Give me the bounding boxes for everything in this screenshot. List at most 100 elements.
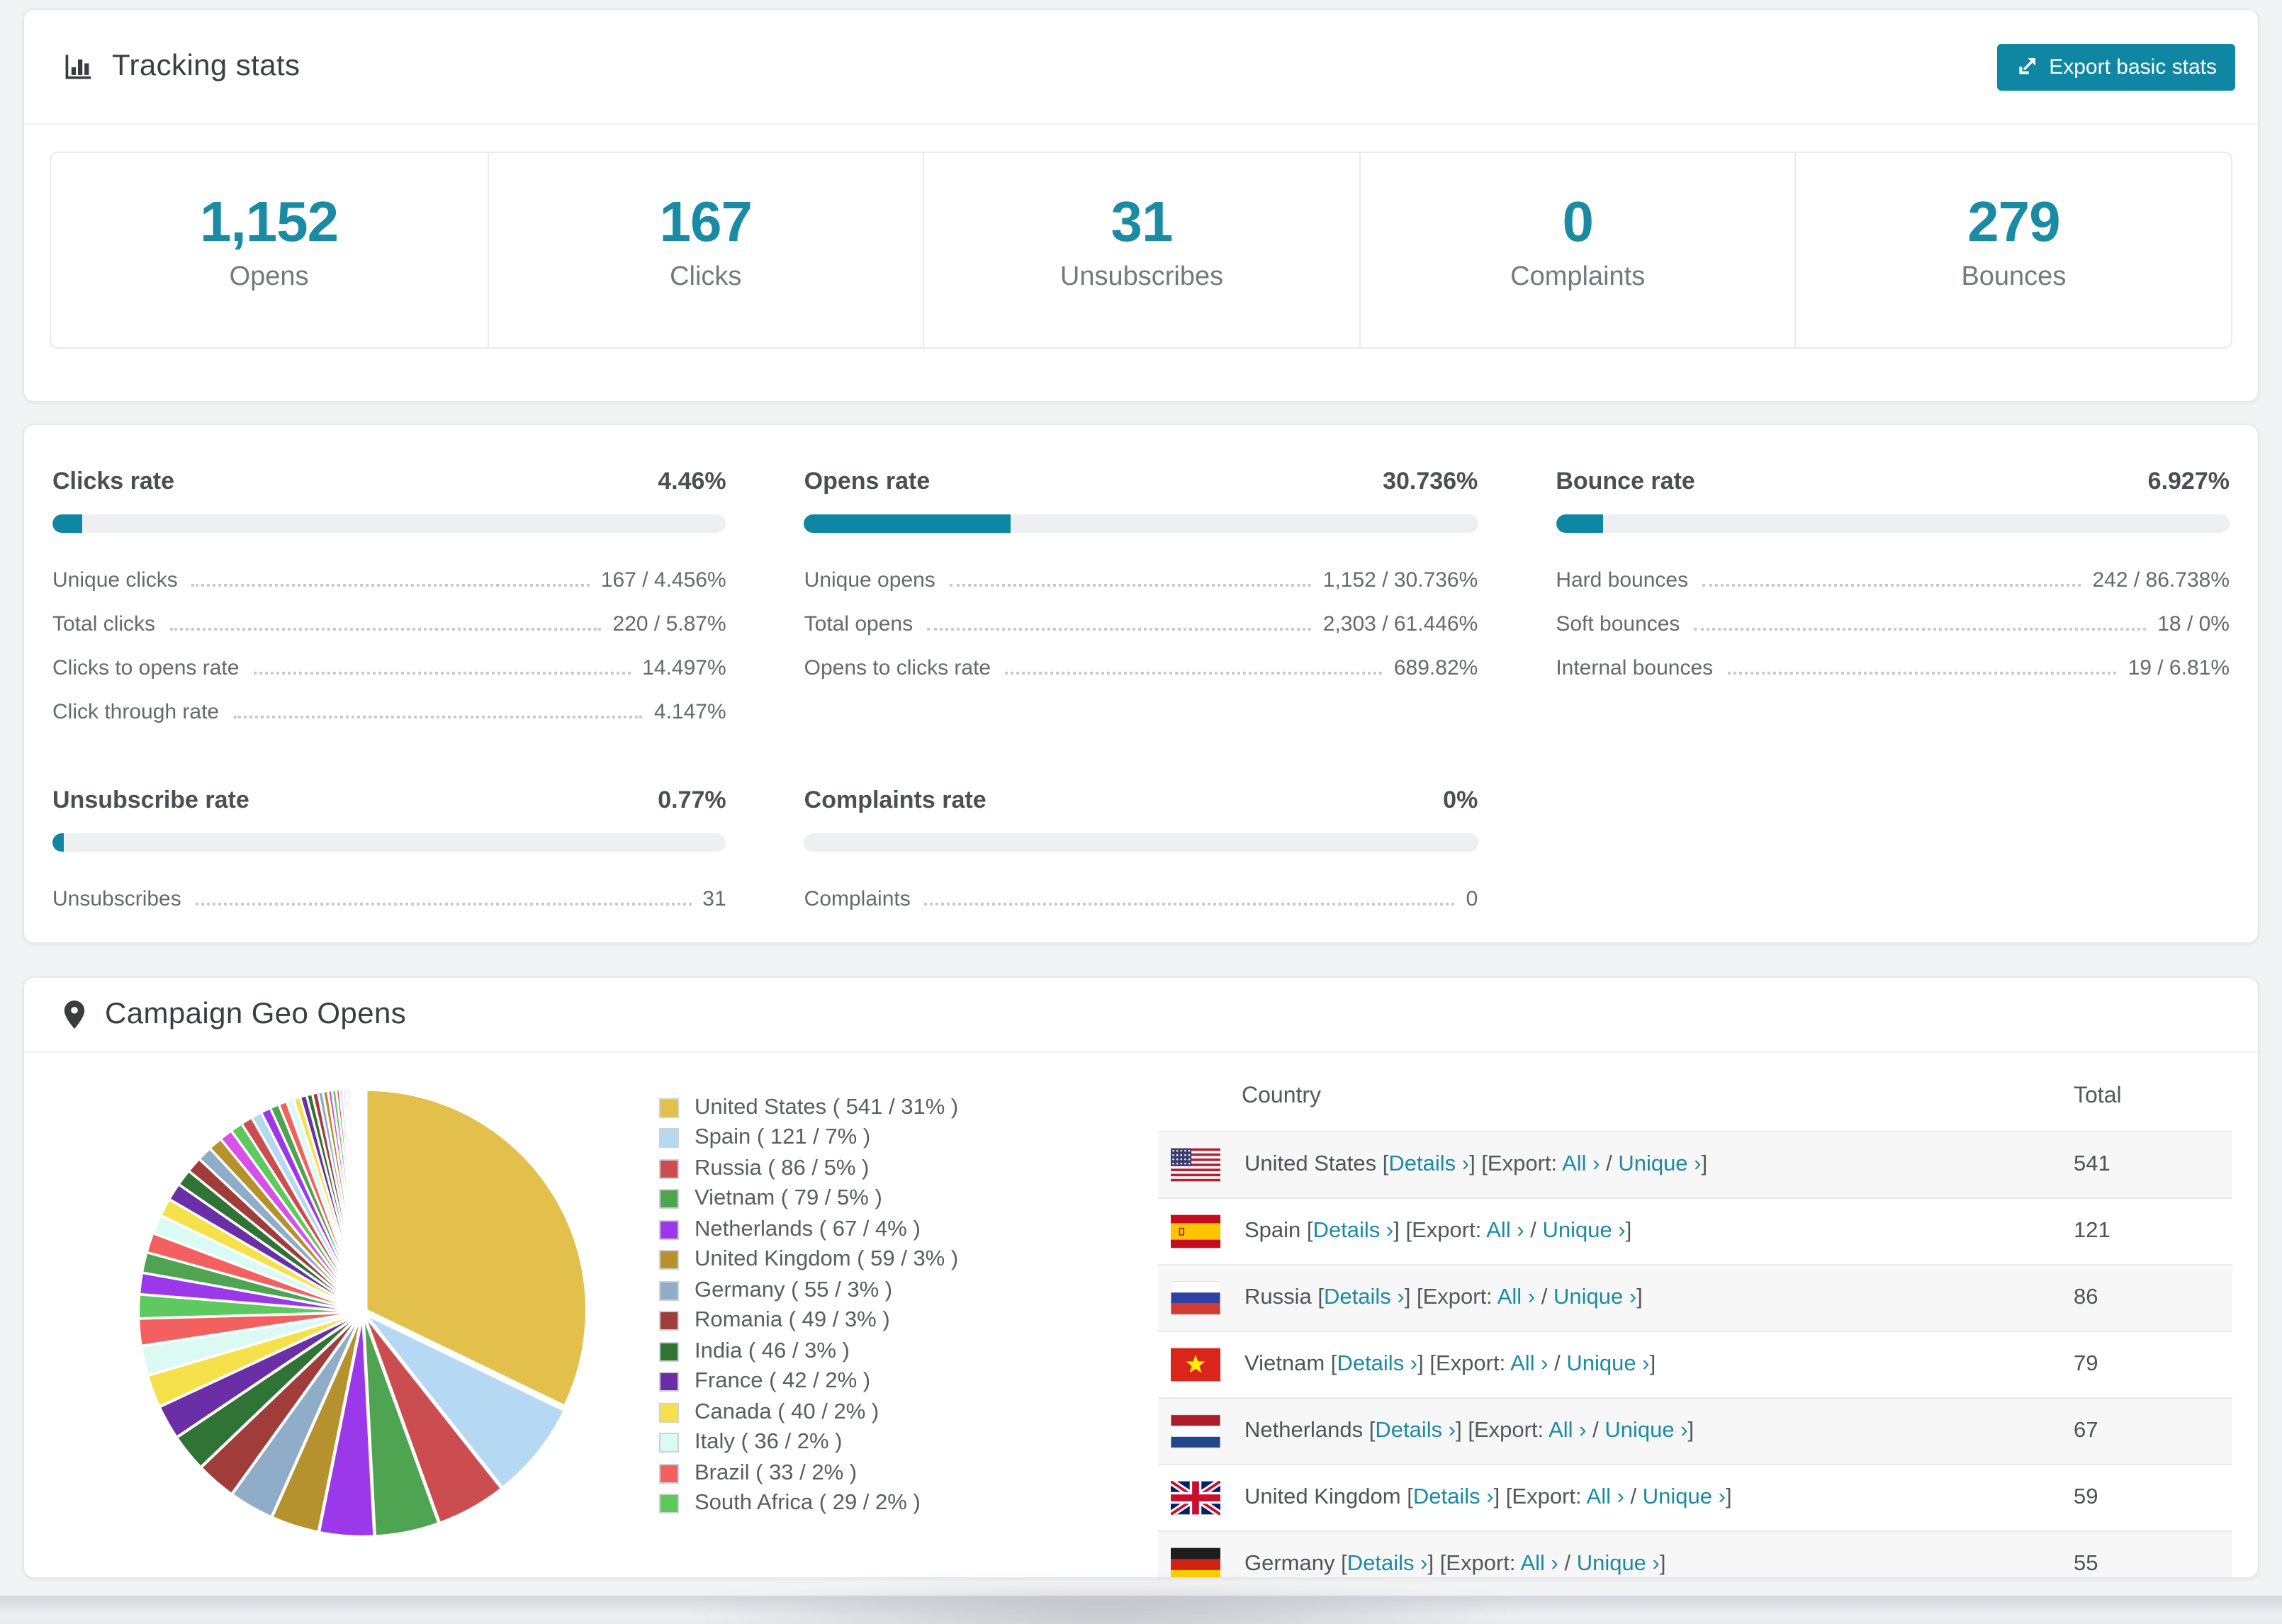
- legend-item: Romania ( 49 / 3% ): [659, 1306, 1158, 1336]
- legend-item: United Kingdom ( 59 / 3% ): [659, 1245, 1158, 1275]
- link-punctuation: /: [1558, 1552, 1577, 1577]
- summary-value: 0: [1562, 191, 1593, 254]
- detail-value: 31: [702, 887, 726, 911]
- dotted-leader: [924, 903, 1455, 906]
- rate-detail-row: Clicks to opens rate 14.497%: [52, 646, 726, 690]
- export-all-link[interactable]: All ›: [1562, 1152, 1600, 1176]
- summary-label: Opens: [229, 262, 309, 292]
- country-name: Vietnam: [1244, 1352, 1325, 1377]
- legend-swatch: [659, 1372, 679, 1392]
- link-punctuation: ] [Export:: [1393, 1219, 1487, 1244]
- link-punctuation: ] [Export:: [1456, 1419, 1549, 1443]
- export-unique-link[interactable]: Unique ›: [1618, 1152, 1701, 1176]
- rates-card: Clicks rate 4.46% Unique clicks 167 / 4.456…: [23, 424, 2259, 944]
- link-punctuation: ]: [1649, 1352, 1656, 1377]
- detail-label: Internal bounces: [1556, 656, 1714, 680]
- detail-value: 220 / 5.87%: [612, 612, 726, 636]
- summary-stat-bounces: 279 Bounces: [1794, 153, 2231, 347]
- country-total: 59: [2074, 1485, 2098, 1509]
- legend-item: Germany ( 55 / 3% ): [659, 1275, 1158, 1306]
- geo-table-row-gb: United Kingdom [Details ›] [Export: All …: [1158, 1465, 2232, 1531]
- us-flag-icon: [1171, 1148, 1220, 1182]
- legend-label: Vietnam ( 79 / 5% ): [695, 1186, 882, 1211]
- export-unique-link[interactable]: Unique ›: [1577, 1552, 1660, 1577]
- details-link[interactable]: Details ›: [1413, 1485, 1494, 1509]
- summary-stat-complaints: 0 Complaints: [1359, 153, 1795, 347]
- country-name: Russia: [1244, 1285, 1312, 1310]
- export-basic-stats-button[interactable]: Export basic stats: [1996, 43, 2235, 90]
- details-link[interactable]: Details ›: [1324, 1285, 1405, 1309]
- rate-title: Opens rate: [804, 468, 931, 495]
- export-all-link[interactable]: All ›: [1520, 1552, 1558, 1577]
- legend-label: South Africa ( 29 / 2% ): [695, 1491, 921, 1516]
- detail-value: 18 / 0%: [2157, 612, 2230, 636]
- legend-label: Russia ( 86 / 5% ): [695, 1156, 870, 1180]
- progress-bar-fill: [52, 833, 64, 852]
- country-name: Germany: [1244, 1552, 1335, 1577]
- legend-swatch: [659, 1433, 679, 1453]
- country-name: Netherlands: [1244, 1419, 1364, 1443]
- country-total: 121: [2074, 1219, 2110, 1243]
- rate-value: 0.77%: [658, 786, 726, 813]
- map-pin-icon: [62, 999, 86, 1030]
- link-punctuation: [: [1311, 1285, 1325, 1310]
- link-punctuation: [: [1334, 1552, 1347, 1577]
- export-unique-link[interactable]: Unique ›: [1566, 1352, 1649, 1376]
- dotted-leader: [1702, 584, 2081, 587]
- link-punctuation: ] [Export:: [1427, 1552, 1521, 1577]
- details-link[interactable]: Details ›: [1313, 1219, 1394, 1243]
- progress-bar: [1556, 514, 2230, 533]
- progress-bar: [52, 514, 726, 533]
- summary-value: 279: [1967, 191, 2060, 254]
- rate-section-opens-rate: Opens rate 30.736% Unique opens 1,152 / 30.…: [804, 468, 1478, 734]
- geo-body: United States ( 541 / 31% ) Spain ( 121 /…: [24, 1053, 2258, 1577]
- dotted-leader: [169, 628, 602, 631]
- legend-swatch: [659, 1158, 679, 1179]
- legend-swatch: [659, 1311, 679, 1331]
- dotted-leader: [927, 628, 1312, 631]
- details-link[interactable]: Details ›: [1347, 1552, 1428, 1577]
- details-link[interactable]: Details ›: [1388, 1152, 1469, 1176]
- summary-label: Complaints: [1510, 262, 1646, 292]
- geo-table-row-ru: Russia [Details ›] [Export: All › / Uniq…: [1158, 1265, 2232, 1331]
- tracking-stats-header: Tracking stats Export basic stats: [24, 10, 2258, 125]
- legend-swatch: [659, 1219, 679, 1240]
- detail-value: 4.147%: [653, 700, 726, 724]
- export-unique-link[interactable]: Unique ›: [1604, 1419, 1687, 1443]
- export-button-label: Export basic stats: [2049, 55, 2217, 79]
- export-unique-link[interactable]: Unique ›: [1643, 1485, 1726, 1509]
- export-all-link[interactable]: All ›: [1548, 1419, 1586, 1443]
- legend-label: Netherlands ( 67 / 4% ): [695, 1217, 921, 1241]
- detail-label: Soft bounces: [1556, 612, 1680, 636]
- rate-detail-row: Unique clicks 167 / 4.456%: [52, 558, 726, 602]
- detail-label: Hard bounces: [1556, 568, 1689, 592]
- summary-label: Unsubscribes: [1060, 262, 1224, 292]
- pie-legend: United States ( 541 / 31% ) Spain ( 121 /…: [659, 1064, 1158, 1577]
- country-name: Spain: [1244, 1219, 1301, 1244]
- legend-label: France ( 42 / 2% ): [695, 1369, 871, 1394]
- detail-label: Total opens: [804, 612, 914, 636]
- legend-swatch: [659, 1463, 679, 1484]
- legend-item: France ( 42 / 2% ): [659, 1367, 1158, 1397]
- link-punctuation: [: [1376, 1152, 1389, 1177]
- legend-item: Brazil ( 33 / 2% ): [659, 1458, 1158, 1489]
- legend-swatch: [659, 1494, 679, 1514]
- export-unique-link[interactable]: Unique ›: [1543, 1219, 1626, 1243]
- export-all-link[interactable]: All ›: [1497, 1285, 1535, 1309]
- link-punctuation: ] [Export:: [1404, 1285, 1497, 1310]
- geo-table-header-country: Country: [1242, 1084, 1322, 1108]
- export-unique-link[interactable]: Unique ›: [1553, 1285, 1636, 1309]
- detail-value: 167 / 4.456%: [600, 568, 726, 592]
- link-punctuation: ]: [1659, 1552, 1666, 1577]
- legend-swatch: [659, 1341, 679, 1362]
- details-link[interactable]: Details ›: [1375, 1419, 1456, 1443]
- progress-bar-fill: [52, 514, 83, 533]
- country-name: United States: [1244, 1152, 1377, 1177]
- export-all-link[interactable]: All ›: [1486, 1219, 1524, 1243]
- export-all-link[interactable]: All ›: [1587, 1485, 1624, 1509]
- vn-flag-icon: [1171, 1348, 1220, 1382]
- tracking-stats-card: Tracking stats Export basic stats 1,152 O…: [23, 9, 2259, 402]
- geo-table-row-es: Spain [Details ›] [Export: All › / Uniqu…: [1158, 1198, 2232, 1265]
- details-link[interactable]: Details ›: [1337, 1352, 1417, 1376]
- export-all-link[interactable]: All ›: [1510, 1352, 1548, 1376]
